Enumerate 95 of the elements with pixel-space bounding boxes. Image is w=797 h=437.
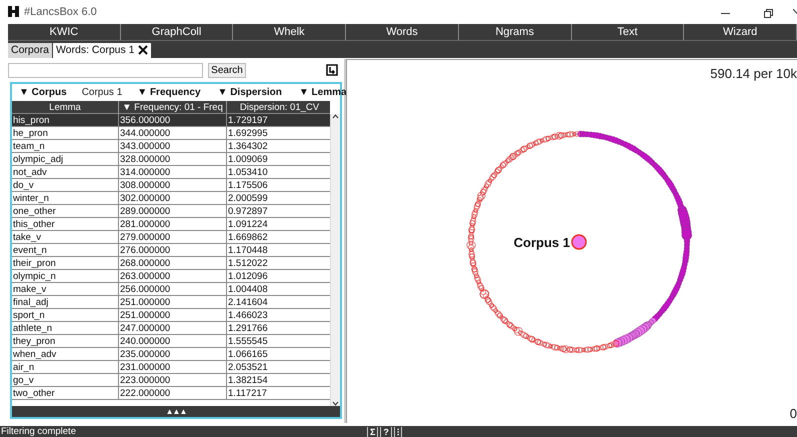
frequency-rate: 590.14 per 10k (710, 66, 797, 80)
table-cell[interactable]: 289.000000 (119, 204, 227, 218)
table-cell[interactable]: 231.000000 (119, 360, 227, 374)
node-label: Corpus 1 (514, 234, 570, 250)
table-cell[interactable]: 1.170448 (227, 244, 330, 256)
table-cell[interactable]: 240.000000 (119, 334, 227, 348)
table-cell[interactable]: 251.000000 (119, 308, 227, 322)
scrollbar[interactable] (330, 114, 340, 406)
table-cell[interactable]: 251.000000 (119, 296, 227, 308)
table-cell[interactable]: 1.466023 (227, 308, 330, 322)
table-cell[interactable]: 1.669862 (227, 230, 330, 244)
status-tool-button[interactable]: Σ (367, 426, 378, 436)
table-cell[interactable]: 1.291766 (227, 322, 330, 334)
table-cell[interactable]: 1.175506 (227, 178, 330, 192)
table-cell[interactable]: 222.000000 (119, 386, 227, 400)
table-cell[interactable]: olympic_n (12, 270, 119, 282)
table-cell[interactable]: 0.972897 (227, 204, 330, 218)
table-cell[interactable]: two_other (12, 386, 119, 400)
search-button[interactable]: Search (208, 62, 246, 78)
table-cell[interactable]: 1.364302 (227, 140, 330, 152)
table-cell[interactable]: event_n (12, 244, 119, 256)
table-cell[interactable]: 2.000599 (227, 192, 330, 204)
restore-icon[interactable] (764, 9, 773, 18)
table-cell[interactable]: athlete_n (12, 322, 119, 334)
export-icon[interactable] (326, 64, 338, 76)
scroll-down-icon[interactable] (332, 400, 339, 406)
table-cell[interactable]: 1.012096 (227, 270, 330, 282)
table-cell[interactable]: 1.066165 (227, 348, 330, 360)
table-cell[interactable]: 344.000000 (119, 126, 227, 140)
table-cell[interactable]: sport_n (12, 308, 119, 322)
table-cell[interactable]: air_n (12, 360, 119, 374)
table-cell[interactable]: 1.382154 (227, 374, 330, 386)
table-cell[interactable]: 1.009069 (227, 152, 330, 166)
table-cell[interactable]: one_other (12, 204, 119, 218)
table-cell[interactable]: 328.000000 (119, 152, 227, 166)
tab[interactable]: Words: Corpus 1 (52, 42, 151, 58)
table-cell[interactable]: when_adv (12, 348, 119, 360)
column-header[interactable]: ▼ Frequency: 01 - Freq (119, 100, 227, 114)
search-field[interactable] (8, 62, 203, 78)
table-cell[interactable]: 2.053521 (227, 360, 330, 374)
column-header[interactable]: Lemma (12, 100, 119, 114)
table-cell[interactable]: do_v (12, 178, 119, 192)
table-cell[interactable]: 1.512022 (227, 256, 330, 270)
table-cell[interactable]: 2.141604 (227, 296, 330, 308)
table-cell[interactable]: 1.729197 (227, 114, 330, 126)
column-header[interactable]: Dispersion: 01_CV (227, 100, 330, 114)
table-cell[interactable]: make_v (12, 282, 119, 296)
status-tool-button[interactable]: ? (380, 426, 392, 436)
table-cell[interactable]: team_n (12, 140, 119, 152)
expand-button[interactable]: ▲▲▲ (12, 406, 340, 416)
table-cell[interactable]: 247.000000 (119, 322, 227, 334)
table-cell[interactable]: 1.555545 (227, 334, 330, 348)
filter-dropdown[interactable]: ▼ Corpus (19, 86, 67, 98)
table-cell[interactable]: 1.692995 (227, 126, 330, 140)
table-cell[interactable]: 235.000000 (119, 348, 227, 360)
table-cell[interactable]: 281.000000 (119, 218, 227, 230)
table-cell[interactable]: 256.000000 (119, 282, 227, 296)
table-cell[interactable]: 314.000000 (119, 166, 227, 178)
scale-label: 0 (790, 406, 797, 421)
table-cell[interactable]: 302.000000 (119, 192, 227, 204)
close-tab-icon[interactable] (138, 45, 148, 55)
window-title: #LancsBox 6.0 (24, 6, 97, 18)
table-cell[interactable]: his_pron (12, 114, 119, 126)
table-cell[interactable]: 1.004408 (227, 282, 330, 296)
app-logo-icon (8, 6, 19, 18)
filter-dropdown[interactable]: ▼ Dispersion (218, 86, 282, 98)
status-tool-button[interactable]: ⁝ (394, 426, 402, 436)
table-cell[interactable]: 308.000000 (119, 178, 227, 192)
table-cell[interactable]: 1.117217 (227, 386, 330, 400)
table-cell[interactable]: final_adj (12, 296, 119, 308)
table-cell[interactable]: their_pron (12, 256, 119, 270)
table-cell[interactable]: he_pron (12, 126, 119, 140)
table-cell[interactable]: not_adv (12, 166, 119, 178)
table-cell[interactable]: 1.091224 (227, 218, 330, 230)
table-cell[interactable]: 343.000000 (119, 140, 227, 152)
table-cell[interactable]: 1.053410 (227, 166, 330, 178)
table-cell[interactable]: olympic_adj (12, 152, 119, 166)
filter-value: Corpus 1 (82, 86, 122, 98)
minimize-icon[interactable] (721, 12, 730, 15)
table-cell[interactable]: winter_n (12, 192, 119, 204)
table-cell[interactable]: take_v (12, 230, 119, 244)
table-cell[interactable]: 356.000000 (119, 114, 227, 126)
table-cell[interactable]: 223.000000 (119, 374, 227, 386)
table-cell[interactable]: this_other (12, 218, 119, 230)
table-cell[interactable]: 268.000000 (119, 256, 227, 270)
scroll-up-icon[interactable] (332, 114, 339, 118)
corpus-node (571, 234, 587, 250)
table-cell[interactable]: they_pron (12, 334, 119, 348)
table-cell[interactable]: go_v (12, 374, 119, 386)
tab[interactable]: Corpora (8, 42, 52, 58)
filter-dropdown[interactable]: ▼ Frequency (137, 86, 201, 98)
table-cell[interactable]: 263.000000 (119, 270, 227, 282)
table-cell[interactable]: 276.000000 (119, 244, 227, 256)
status-text: Filtering complete (0, 426, 77, 437)
table-cell[interactable]: 279.000000 (119, 230, 227, 244)
